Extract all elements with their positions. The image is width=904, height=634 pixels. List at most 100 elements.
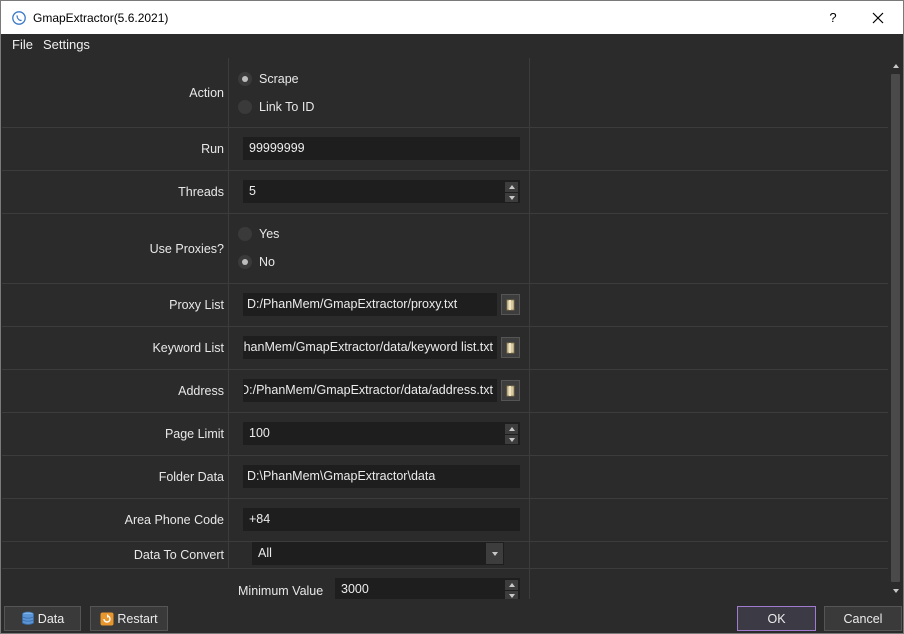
keyword-list-input[interactable]: D:/PhanMem/GmapExtractor/data/keyword li… <box>243 336 497 359</box>
restart-button-label: Restart <box>117 611 158 626</box>
page-limit-row: Page Limit 100 <box>2 413 888 456</box>
address-row: Address D:/PhanMem/GmapExtractor/data/ad… <box>2 370 888 413</box>
menu-file[interactable]: File <box>7 34 38 56</box>
chevron-down-icon <box>892 589 899 593</box>
proxy-list-label: Proxy List <box>169 298 224 312</box>
keyword-list-value: D:/PhanMem/GmapExtractor/data/keyword li… <box>243 340 493 354</box>
cancel-button[interactable]: Cancel <box>824 606 902 631</box>
restart-button[interactable]: Restart <box>90 606 168 631</box>
minimum-value-value: 3000 <box>341 582 369 596</box>
chevron-up-icon <box>508 427 515 431</box>
folder-icon <box>506 299 514 310</box>
close-icon <box>872 12 884 23</box>
data-to-convert-label: Data To Convert <box>133 548 224 562</box>
restart-icon <box>100 612 114 626</box>
threads-value: 5 <box>249 184 256 198</box>
proxy-list-row: Proxy List D:/PhanMem/GmapExtractor/prox… <box>2 284 888 327</box>
minimum-value-label: Minimum Value <box>238 584 324 598</box>
radio-label: No <box>259 255 275 269</box>
chevron-down-icon <box>491 551 498 556</box>
address-label: Address <box>178 384 224 398</box>
title-bar: GmapExtractor(5.6.2021) ? <box>1 1 903 34</box>
data-button[interactable]: Data <box>4 606 81 631</box>
data-button-label: Data <box>37 611 65 626</box>
data-to-convert-row: Data To Convert All <box>2 542 888 569</box>
folder-icon <box>506 385 514 396</box>
use-proxies-label: Use Proxies? <box>149 241 224 256</box>
radio-indicator <box>238 227 252 241</box>
data-to-convert-value: All <box>258 546 272 560</box>
phone-icon <box>11 10 27 26</box>
help-button[interactable]: ? <box>823 1 843 34</box>
run-label: Run <box>201 142 224 156</box>
spin-down-button[interactable] <box>505 591 518 599</box>
ok-button[interactable]: OK <box>737 606 816 631</box>
scrollbar-thumb[interactable] <box>891 74 900 582</box>
threads-spinbox[interactable]: 5 <box>243 180 520 203</box>
radio-label: Link To ID <box>259 100 315 114</box>
area-phone-code-label: Area Phone Code <box>124 513 224 527</box>
minimum-value-row: Minimum Value 3000 <box>2 569 888 599</box>
run-input[interactable]: 99999999 <box>243 137 520 160</box>
page-limit-label: Page Limit <box>164 427 224 441</box>
minimum-value-spinbox[interactable]: 3000 <box>335 578 520 599</box>
app-window: GmapExtractor(5.6.2021) ? File Settings … <box>0 0 904 634</box>
chevron-down-icon <box>508 594 515 598</box>
radio-scrape[interactable]: Scrape <box>238 72 299 86</box>
button-bar: Data Restart OK Cancel <box>1 601 903 633</box>
folder-data-input[interactable]: D:\PhanMem\GmapExtractor\data <box>243 465 520 488</box>
close-button[interactable] <box>863 1 893 34</box>
vertical-scrollbar[interactable] <box>888 58 903 599</box>
threads-label: Threads <box>178 185 224 199</box>
keyword-list-label: Keyword List <box>152 341 224 355</box>
proxy-list-input[interactable]: D:/PhanMem/GmapExtractor/proxy.txt <box>243 293 497 316</box>
radio-link-to-id[interactable]: Link To ID <box>238 100 314 114</box>
page-limit-value: 100 <box>249 426 270 440</box>
spin-down-button[interactable] <box>505 193 518 202</box>
scroll-up-button[interactable] <box>890 60 901 72</box>
use-proxies-row: Use Proxies? Yes No <box>2 214 888 284</box>
radio-label: Scrape <box>259 72 299 86</box>
scroll-down-button[interactable] <box>890 585 901 597</box>
page-limit-spinbox[interactable]: 100 <box>243 422 520 445</box>
spin-up-button[interactable] <box>505 182 518 193</box>
folder-data-row: Folder Data D:\PhanMem\GmapExtractor\dat… <box>2 456 888 499</box>
address-input[interactable]: D:/PhanMem/GmapExtractor/data/address.tx… <box>243 379 497 402</box>
run-row: Run 99999999 <box>2 128 888 171</box>
radio-indicator <box>238 255 252 269</box>
threads-row: Threads 5 <box>2 171 888 214</box>
minimum-value-stepper[interactable] <box>505 580 518 599</box>
action-label: Action <box>189 85 224 100</box>
spin-up-button[interactable] <box>505 580 518 591</box>
spin-down-button[interactable] <box>505 435 518 444</box>
area-phone-code-input[interactable]: +84 <box>243 508 520 531</box>
folder-icon <box>506 342 514 353</box>
browse-button[interactable] <box>501 337 520 358</box>
menu-settings[interactable]: Settings <box>38 34 95 56</box>
threads-stepper[interactable] <box>505 182 518 202</box>
dropdown-button[interactable] <box>486 543 503 564</box>
radio-indicator <box>238 72 252 86</box>
chevron-up-icon <box>508 583 515 587</box>
radio-no[interactable]: No <box>238 255 275 269</box>
radio-yes[interactable]: Yes <box>238 227 279 241</box>
settings-form: Action Scrape Link To ID Run 99999999 Th… <box>2 58 888 599</box>
folder-data-label: Folder Data <box>158 470 224 484</box>
keyword-list-row: Keyword List D:/PhanMem/GmapExtractor/da… <box>2 327 888 370</box>
action-row: Action Scrape Link To ID <box>2 58 888 128</box>
browse-button[interactable] <box>501 380 520 401</box>
chevron-up-icon <box>508 185 515 189</box>
radio-label: Yes <box>259 227 280 241</box>
chevron-down-icon <box>508 196 515 200</box>
page-limit-stepper[interactable] <box>505 424 518 444</box>
chevron-down-icon <box>508 438 515 442</box>
database-icon <box>21 611 35 626</box>
area-phone-code-row: Area Phone Code +84 <box>2 499 888 542</box>
spin-up-button[interactable] <box>505 424 518 435</box>
menu-bar: File Settings <box>1 34 903 56</box>
window-title: GmapExtractor(5.6.2021) <box>33 10 169 25</box>
radio-indicator <box>238 100 252 114</box>
data-to-convert-select[interactable]: All <box>252 542 504 565</box>
browse-button[interactable] <box>501 294 520 315</box>
address-value: D:/PhanMem/GmapExtractor/data/address.tx… <box>243 383 493 397</box>
